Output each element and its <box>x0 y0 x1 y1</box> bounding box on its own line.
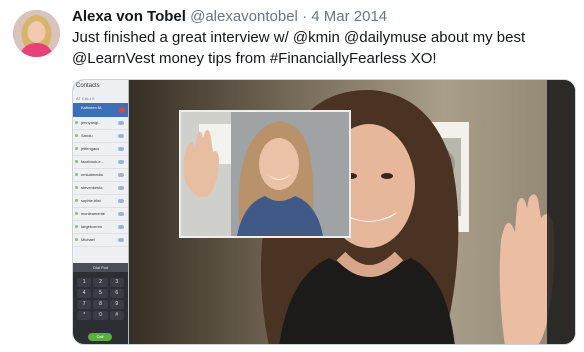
contact-name: facebook.e... <box>81 159 104 164</box>
dial-pad-label: Dial Pad <box>73 263 128 272</box>
author-handle[interactable]: @alexavontobel <box>190 8 298 25</box>
key-hash[interactable]: # <box>109 311 124 320</box>
contacts-title: Contacts <box>76 83 100 89</box>
author-name[interactable]: Alexa von Tobel <box>72 8 186 25</box>
call-button[interactable]: Call <box>88 333 112 341</box>
presence-icon <box>75 238 78 241</box>
self-view-video[interactable] <box>179 110 351 238</box>
key-7[interactable]: 7 <box>77 300 92 309</box>
end-call-icon[interactable] <box>119 107 125 113</box>
contact-item[interactable]: Michael <box>73 234 128 247</box>
contact-item[interactable]: stevenkesto <box>73 182 128 195</box>
video-call-icon[interactable] <box>118 186 124 190</box>
contact-name: largetcomm <box>81 224 102 229</box>
presence-icon <box>75 121 78 124</box>
key-5[interactable]: 5 <box>93 289 108 298</box>
contact-name: jeffengacs <box>81 146 100 151</box>
presence-icon <box>75 134 78 137</box>
key-3[interactable]: 3 <box>109 278 124 287</box>
key-4[interactable]: 4 <box>77 289 92 298</box>
contact-item[interactable]: Sandu <box>73 130 128 143</box>
contact-item[interactable]: sophie.blisl <box>73 195 128 208</box>
contact-item[interactable]: jeffengacs <box>73 143 128 156</box>
key-2[interactable]: 2 <box>93 278 108 287</box>
dial-pad: Dial Pad 1 2 3 4 5 6 7 8 9 * 0 # Call <box>73 263 128 344</box>
keypad: 1 2 3 4 5 6 7 8 9 * 0 # <box>73 272 128 320</box>
tweet-media-image[interactable]: Contacts AT CALLS Kathleen M. jennyangl.… <box>72 79 576 345</box>
contact-item[interactable]: jennyangl... <box>73 117 128 130</box>
video-call-icon[interactable] <box>118 147 124 151</box>
contact-name: jennyangl... <box>81 120 102 125</box>
key-6[interactable]: 6 <box>109 289 124 298</box>
video-call-icon[interactable] <box>118 225 124 229</box>
video-call-icon[interactable] <box>118 121 124 125</box>
contact-item[interactable]: emkatmedia <box>73 169 128 182</box>
key-0[interactable]: 0 <box>93 311 108 320</box>
header-separator: · <box>302 8 308 25</box>
video-call-icon[interactable] <box>118 134 124 138</box>
key-8[interactable]: 8 <box>93 300 108 309</box>
author-avatar[interactable] <box>13 10 60 57</box>
presence-icon <box>75 225 78 228</box>
presence-icon <box>75 147 78 150</box>
presence-icon <box>75 186 78 189</box>
contact-name: emkatmedia <box>81 172 103 177</box>
contact-item[interactable]: facebook.e... <box>73 156 128 169</box>
contact-item[interactable]: leonleamente <box>73 208 128 221</box>
presence-icon <box>75 212 78 215</box>
tweet-text: Just finished a great interview w/ @kmin… <box>72 29 526 67</box>
contacts-sidebar: Contacts AT CALLS Kathleen M. jennyangl.… <box>73 80 129 344</box>
contact-name: sophie.blisl <box>81 198 101 203</box>
contact-name: Sandu <box>81 133 93 138</box>
video-call-icon[interactable] <box>118 238 124 242</box>
contact-name: stevenkesto <box>81 185 103 190</box>
remote-video-feed <box>129 80 575 344</box>
active-contact[interactable]: Kathleen M. <box>73 103 128 117</box>
self-view-scene <box>181 112 349 236</box>
key-star[interactable]: * <box>77 311 92 320</box>
active-contact-name: Kathleen M. <box>81 105 103 110</box>
presence-icon <box>75 199 78 202</box>
presence-icon <box>75 173 78 176</box>
calls-section-label: AT CALLS <box>76 96 95 101</box>
key-9[interactable]: 9 <box>109 300 124 309</box>
key-1[interactable]: 1 <box>77 278 92 287</box>
contact-name: Michael <box>81 237 95 242</box>
tweet-date[interactable]: 4 Mar 2014 <box>311 8 387 25</box>
tweet-header: Alexa von Tobel @alexavontobel · 4 Mar 2… <box>72 7 387 27</box>
video-call-icon[interactable] <box>118 160 124 164</box>
video-call-icon[interactable] <box>118 173 124 177</box>
presence-icon <box>75 160 78 163</box>
video-call-icon[interactable] <box>118 212 124 216</box>
contact-item[interactable]: largetcomm <box>73 221 128 234</box>
video-call-icon[interactable] <box>118 199 124 203</box>
contact-name: leonleamente <box>81 211 106 216</box>
